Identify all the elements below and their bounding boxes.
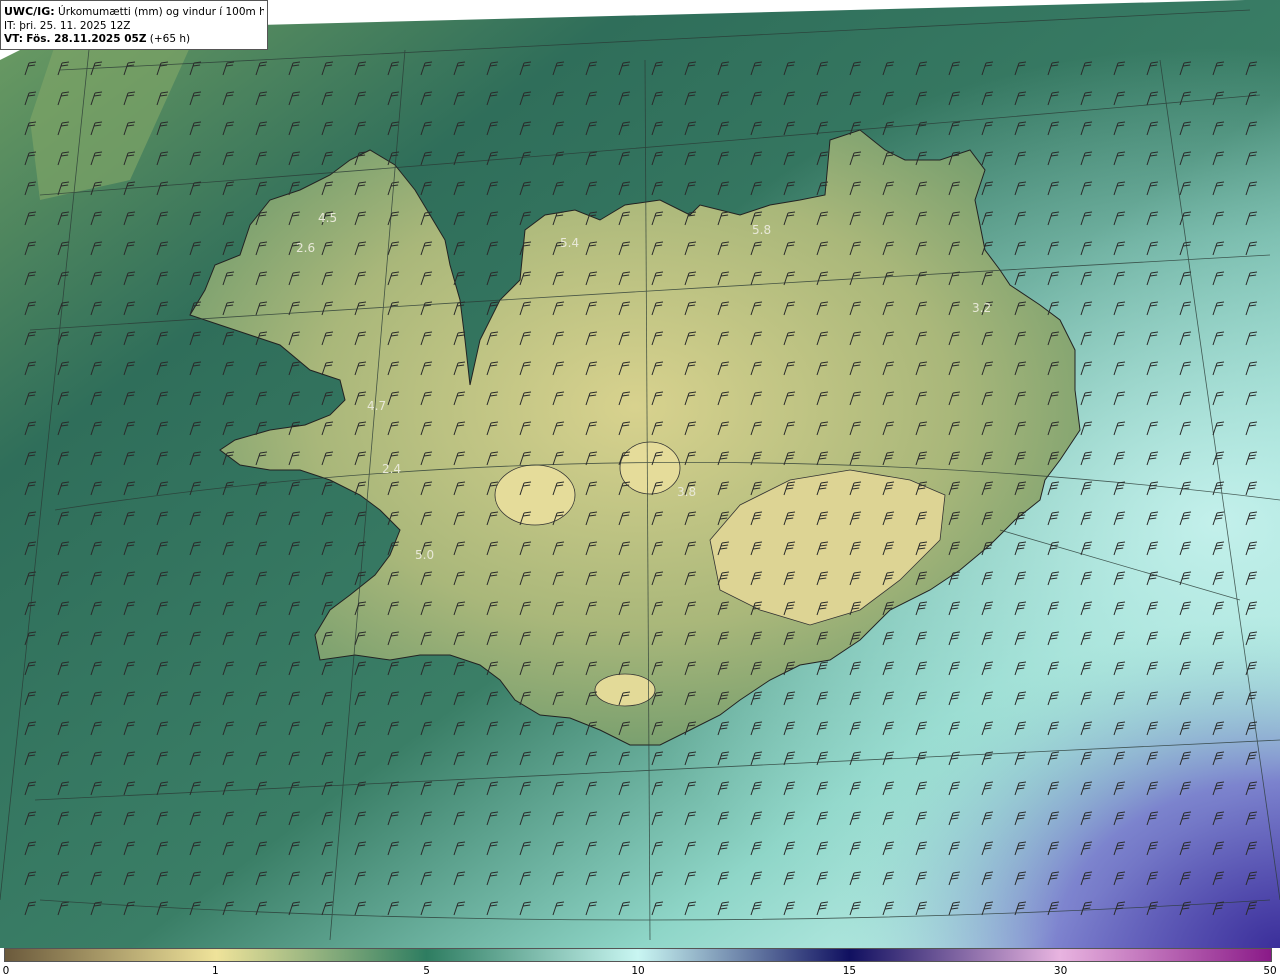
colorbar-legend: 0 1 5 10 15 30 50: [0, 948, 1280, 978]
colorbar-tick-label: 0: [2, 965, 10, 977]
colorbar-tick-label: 5: [423, 965, 430, 977]
value-label: 5.0: [415, 548, 434, 562]
colorbar-tick-label: 15: [842, 965, 857, 977]
value-label: 5.4: [560, 236, 579, 250]
value-label: 4.5: [318, 211, 337, 225]
initial-time: IT: þri. 25. 11. 2025 12Z: [4, 19, 131, 32]
title-line: UWC/IG: Úrkomumætti (mm) og vindur í 100…: [4, 5, 264, 20]
hofsjokull: [619, 441, 681, 495]
valid-time-line: VT: Fös. 28.11.2025 05Z (+65 h): [4, 33, 264, 47]
colorbar-tick-label: 30: [1053, 965, 1068, 977]
value-label: 2.4: [382, 462, 401, 476]
product-code: UWC/IG:: [4, 5, 55, 18]
colorbar: [4, 948, 1272, 962]
colorbar-tick-label: 1: [212, 965, 219, 977]
lead-time: (+65 h): [149, 33, 191, 45]
precipitable-water-map: 4.5 2.6 5.4 5.8 3.2 4.7 2.4 3.8 5.0: [0, 0, 1280, 948]
value-label: 5.8: [752, 223, 771, 237]
valid-time-label: VT:: [4, 33, 23, 45]
value-label: 4.7: [367, 399, 386, 413]
colorbar-tick-label: 10: [631, 965, 645, 977]
valid-time: Fös. 28.11.2025 05Z: [26, 33, 147, 45]
product-description: Úrkomumætti (mm) og vindur í 100m hæð: [58, 6, 264, 18]
myrdalsjokull: [594, 673, 656, 707]
value-label: 3.2: [972, 301, 991, 315]
langjokull: [494, 464, 576, 526]
value-label: 2.6: [296, 241, 315, 255]
value-label: 3.8: [677, 485, 696, 499]
colorbar-tick-label: 50: [1263, 965, 1277, 977]
map-title-box: UWC/IG: Úrkomumætti (mm) og vindur í 100…: [0, 0, 268, 50]
